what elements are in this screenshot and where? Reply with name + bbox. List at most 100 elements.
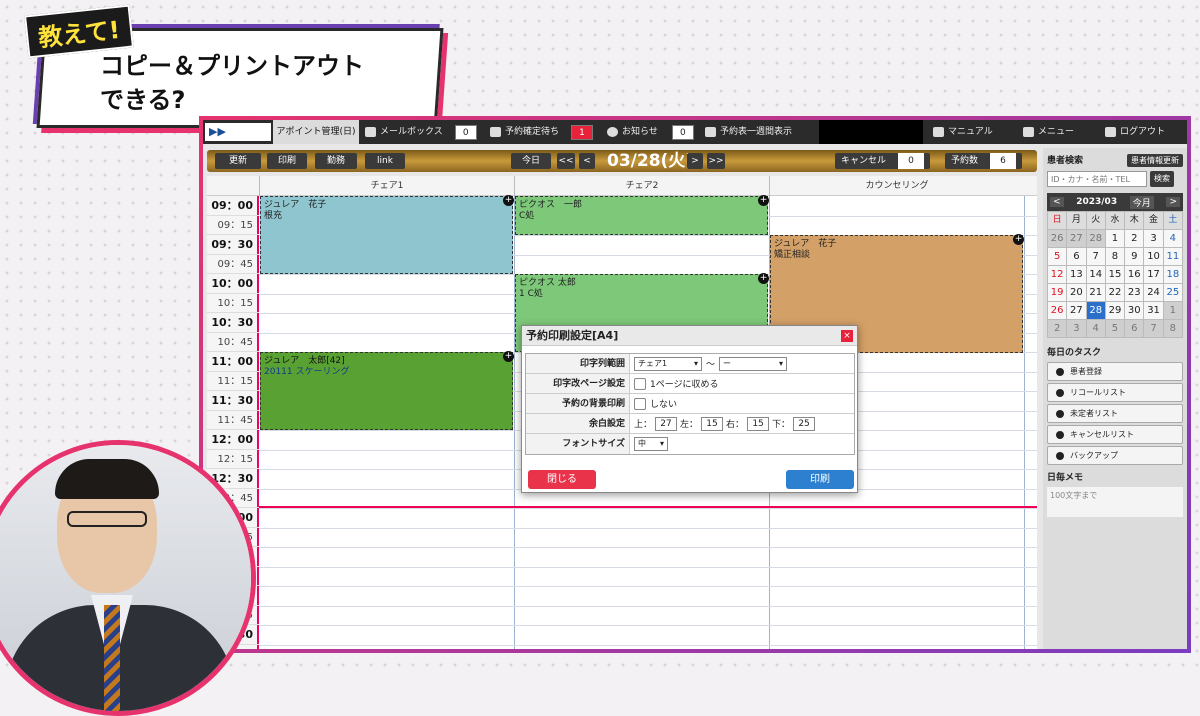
calendar-day[interactable]: 30 [1125,302,1144,319]
calendar-day[interactable]: 21 [1086,284,1105,301]
print-button[interactable]: 印刷 [267,153,307,169]
add-icon[interactable]: + [1013,234,1024,245]
presenter-glasses [67,511,147,527]
logout-icon [1105,127,1116,137]
range-from-select[interactable]: チェア1 ▾ [634,356,702,371]
pagebreak-checkbox[interactable] [634,377,646,390]
task-button[interactable]: 患者登録 [1047,362,1183,381]
menu-link[interactable]: メニュー [1023,120,1074,144]
prev-week-button[interactable]: << [557,153,575,169]
calendar-day[interactable]: 5 [1048,248,1067,265]
appointment-block[interactable]: ピクオス 一郎 C処 + [515,195,769,235]
link-button[interactable]: link [365,153,405,169]
close-button[interactable]: 閉じる [528,470,596,489]
update-button[interactable]: 更新 [215,153,261,169]
calendar-day[interactable]: 1 [1105,230,1125,247]
calendar-day[interactable]: 22 [1105,284,1125,301]
update-info-button[interactable]: 患者情報更新 [1127,153,1183,167]
bg-print-checkbox[interactable] [634,397,646,410]
calendar-day[interactable]: 20 [1067,284,1086,301]
tab-appointment[interactable]: アポイント管理(日) [273,120,359,144]
task-button[interactable]: 未定者リスト [1047,404,1183,423]
divider [1024,196,1025,649]
mailbox-link[interactable]: メールボックス 0 [365,120,477,144]
calendar-day[interactable]: 8 [1163,320,1182,337]
margin-left-input[interactable]: 15 [701,416,724,431]
next-week-button[interactable]: >> [707,153,725,169]
task-button[interactable]: キャンセルリスト [1047,425,1183,444]
appointment-block[interactable]: ジュレア 太郎[42] 20111 スケーリング + [260,351,514,430]
calendar-day[interactable]: 26 [1048,302,1067,319]
calendar-day[interactable]: 2 [1125,230,1144,247]
task-icon [1056,388,1064,397]
margin-bottom-input[interactable]: 25 [793,416,816,431]
time-label: 11：30 [207,391,259,411]
calendar-prev-button[interactable]: < [1050,197,1064,207]
prev-day-button[interactable]: < [579,153,595,169]
calendar-day[interactable]: 6 [1067,248,1086,265]
print-button[interactable]: 印刷 [786,470,854,489]
calendar-day[interactable]: 4 [1086,320,1105,337]
font-size-label: フォントサイズ [526,434,630,454]
task-button[interactable]: リコールリスト [1047,383,1183,402]
calendar-day[interactable]: 7 [1144,320,1163,337]
calendar-day[interactable]: 4 [1163,230,1182,247]
calendar-day[interactable]: 28 [1086,302,1105,319]
calendar-day[interactable]: 31 [1144,302,1163,319]
manual-link[interactable]: マニュアル [933,120,993,144]
margin-right-input[interactable]: 15 [747,416,770,431]
add-icon[interactable]: + [758,273,769,284]
pending-link[interactable]: 予約確定待ち 1 [490,120,594,144]
calendar-day[interactable]: 23 [1125,284,1144,301]
logout-link[interactable]: ログアウト [1105,120,1165,144]
calendar-day[interactable]: 1 [1163,302,1182,319]
calendar-day[interactable]: 9 [1125,248,1144,265]
calendar-day[interactable]: 24 [1144,284,1163,301]
calendar-day[interactable]: 8 [1105,248,1125,265]
appointment-block[interactable]: ジュレア 花子 根充 + [260,195,514,274]
range-to-select[interactable]: ー ▾ [719,356,788,371]
patient-search-input[interactable] [1047,171,1147,187]
add-icon[interactable]: + [503,195,514,206]
calendar-day[interactable]: 3 [1144,230,1163,247]
calendar-next-button[interactable]: > [1166,197,1180,207]
next-day-button[interactable]: > [687,153,703,169]
calendar-day[interactable]: 5 [1105,320,1125,337]
today-button[interactable]: 今日 [511,153,551,169]
calendar-day[interactable]: 14 [1086,266,1105,283]
attendance-button[interactable]: 勤務 [315,153,357,169]
margin-top-input[interactable]: 27 [655,416,678,431]
calendar-this-month-button[interactable]: 今月 [1129,195,1154,209]
calendar-day[interactable]: 27 [1067,230,1086,247]
calendar-day[interactable]: 16 [1125,266,1144,283]
weekly-view-link[interactable]: 予約表一週間表示 [705,120,792,144]
memo-field[interactable]: 100文字まで [1047,487,1183,517]
calendar-day[interactable]: 13 [1067,266,1086,283]
calendar-day[interactable]: 28 [1086,230,1105,247]
search-button[interactable]: 検索 [1150,171,1174,187]
calendar-day[interactable]: 11 [1163,248,1182,265]
add-icon[interactable]: + [503,351,514,362]
close-icon[interactable]: × [841,330,853,342]
calendar-day[interactable]: 15 [1105,266,1125,283]
notice-link[interactable]: お知らせ 0 [607,120,694,144]
font-size-select[interactable]: 中 ▾ [634,437,668,451]
task-button[interactable]: バックアップ [1047,446,1183,465]
calendar-day[interactable]: 6 [1125,320,1144,337]
calendar-day[interactable]: 3 [1067,320,1086,337]
add-icon[interactable]: + [758,195,769,206]
calendar-day[interactable]: 7 [1086,248,1105,265]
task-label: 未定者リスト [1070,409,1118,418]
calendar-day[interactable]: 17 [1144,266,1163,283]
calendar-day[interactable]: 29 [1105,302,1125,319]
calendar-day[interactable]: 27 [1067,302,1086,319]
calendar-day[interactable]: 10 [1144,248,1163,265]
calendar-day[interactable]: 18 [1163,266,1182,283]
calendar-day[interactable]: 19 [1048,284,1067,301]
calendar-day[interactable]: 25 [1163,284,1182,301]
calendar-day[interactable]: 26 [1048,230,1067,247]
grid-row-line [259,644,1037,646]
calendar-day[interactable]: 12 [1048,266,1067,283]
calendar-day[interactable]: 2 [1048,320,1067,337]
pending-count: 1 [571,124,594,140]
